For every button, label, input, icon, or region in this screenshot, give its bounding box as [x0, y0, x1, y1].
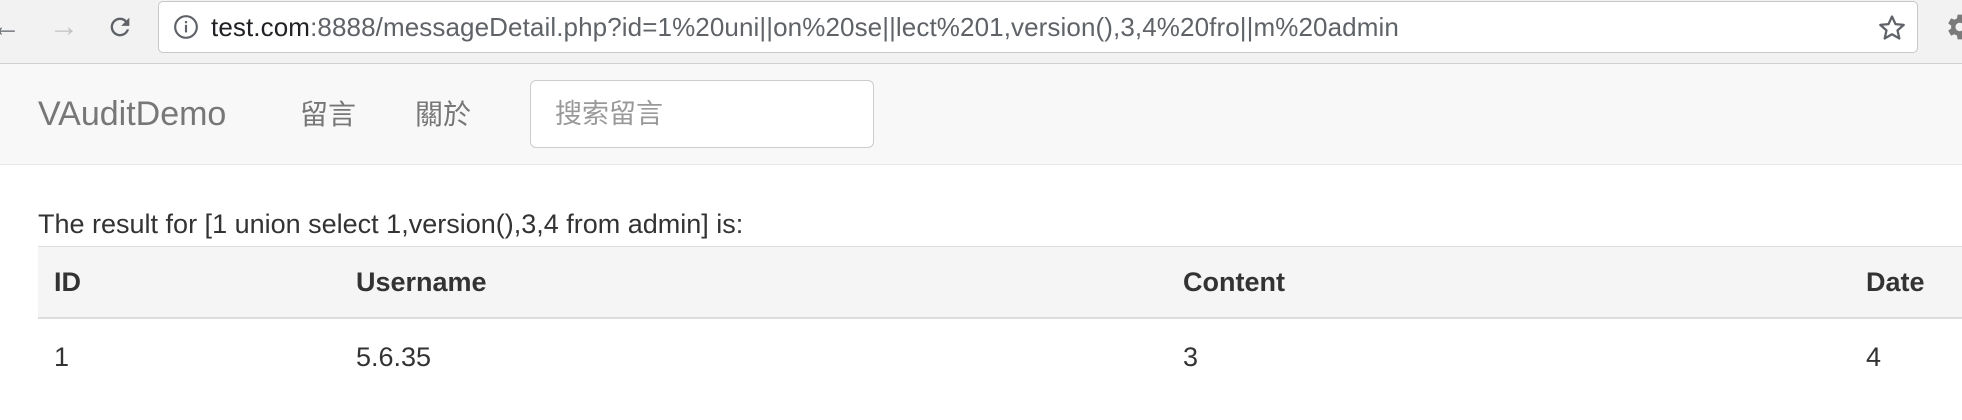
result-table: ID Username Content Date 1 5.6.35 3 4 — [38, 246, 1962, 395]
table-header: ID Username Content Date — [38, 246, 1962, 319]
url-path: :8888/messageDetail.php?id=1%20uni||on%2… — [310, 12, 1399, 42]
cell-id: 1 — [54, 341, 70, 372]
gear-icon[interactable] — [1942, 10, 1962, 44]
cell-username: 5.6.35 — [356, 341, 432, 372]
result-caption: The result for [1 union select 1,version… — [38, 209, 744, 239]
brand-link[interactable]: VAuditDemo — [38, 64, 226, 165]
column-header-date: Date — [1866, 266, 1925, 297]
column-header-id: ID — [54, 266, 81, 297]
column-header-content: Content — [1183, 266, 1285, 297]
nav-link-about[interactable]: 關於 — [415, 64, 471, 165]
search-input[interactable] — [530, 80, 874, 148]
info-icon[interactable] — [173, 14, 199, 40]
reload-icon — [110, 17, 130, 37]
url-text[interactable]: test.com:8888/messageDetail.php?id=1%20u… — [211, 2, 1399, 52]
table-row: 1 5.6.35 3 4 — [38, 319, 1962, 395]
nav-link-messages[interactable]: 留言 — [300, 64, 356, 165]
star-icon[interactable] — [1877, 13, 1907, 43]
arrow-left-icon: ← — [0, 10, 21, 43]
address-bar[interactable]: test.com:8888/messageDetail.php?id=1%20u… — [158, 1, 1918, 53]
column-header-username: Username — [356, 266, 487, 297]
forward-button[interactable]: → — [44, 8, 84, 46]
cell-content: 3 — [1183, 341, 1199, 372]
site-navbar: VAuditDemo 留言 關於 — [0, 64, 1962, 165]
arrow-right-icon: → — [49, 10, 79, 43]
back-button[interactable]: ← — [0, 8, 26, 46]
cell-date: 4 — [1866, 341, 1882, 372]
browser-toolbar: ← → test.com:8888/messageDetail.php?id=1… — [0, 0, 1962, 64]
reload-button[interactable] — [100, 8, 140, 46]
url-host: test.com — [211, 12, 311, 42]
